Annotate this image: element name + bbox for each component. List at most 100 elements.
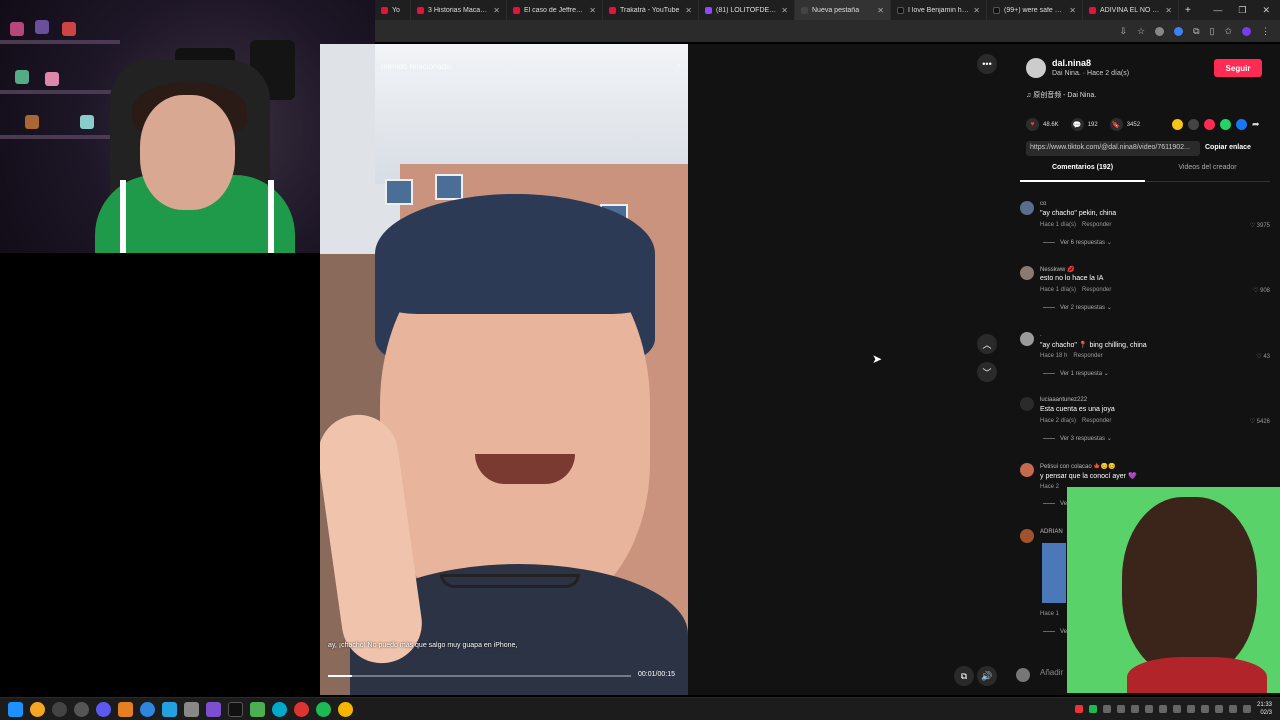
reply-button[interactable]: Responder (1082, 222, 1111, 228)
tiktok-icon[interactable] (228, 701, 243, 717)
browser-tab-active[interactable]: Nueva pestaña ✕ (795, 0, 891, 20)
sound-name[interactable]: ♫ 原创音频 - Dai Nina. (1026, 90, 1096, 100)
commenter-avatar[interactable] (1020, 332, 1034, 346)
commenter-name[interactable]: ADRIAN (1040, 529, 1063, 535)
volume-icon[interactable]: 🔊 (977, 666, 997, 686)
volume-tray-icon[interactable] (1242, 705, 1251, 713)
browser-tab[interactable]: (99+) were safe guys ✕ (987, 0, 1083, 20)
minimize-icon[interactable]: — (1213, 5, 1222, 16)
share-arrow-icon[interactable]: ➦ (1252, 119, 1260, 130)
wifi-icon[interactable] (1228, 705, 1237, 713)
close-tab-icon[interactable]: ✕ (877, 6, 884, 15)
favorites-icon[interactable]: ✩ (1224, 26, 1232, 37)
browser-tab[interactable]: El caso de Jeffrey Epst✕ (507, 0, 603, 20)
view-replies-button[interactable]: Ve (1043, 501, 1067, 507)
commenter-name[interactable]: luciaaantunez222 (1040, 397, 1087, 403)
more-options-icon[interactable]: ••• (977, 54, 997, 74)
tray-icon[interactable] (1130, 705, 1139, 713)
extensions-puzzle-icon[interactable]: ⧉ (1193, 26, 1199, 37)
close-tab-icon[interactable]: ✕ (685, 6, 692, 15)
app-icon[interactable] (74, 701, 89, 717)
app-icon[interactable] (250, 701, 265, 717)
facebook-icon[interactable] (1236, 119, 1247, 130)
previous-video-icon[interactable]: ︿ (977, 334, 997, 354)
commenter-avatar[interactable] (1020, 397, 1034, 411)
add-comment-input[interactable]: Añadir (1040, 668, 1063, 677)
chrome-icon[interactable] (338, 701, 353, 717)
sidebar-icon[interactable]: ▯ (1210, 26, 1215, 37)
close-tab-icon[interactable]: ✕ (973, 6, 980, 15)
app-icon[interactable] (118, 701, 133, 717)
close-window-icon[interactable]: ✕ (1262, 5, 1270, 16)
tray-icon[interactable] (1088, 705, 1097, 713)
related-content-search[interactable]: ntenido relacionado ⌕ (375, 56, 687, 76)
whatsapp-icon[interactable] (1220, 119, 1231, 130)
creator-username[interactable]: dal.nina8 (1052, 58, 1091, 68)
extension-icon[interactable] (1155, 26, 1165, 36)
close-tab-icon[interactable]: ✕ (589, 6, 596, 15)
video-link-field[interactable]: https://www.tiktok.com/@dal.nina8/video/… (1026, 141, 1200, 156)
comment-image-thumbnail[interactable] (1042, 543, 1066, 603)
send-icon[interactable] (1204, 119, 1215, 130)
telegram-icon[interactable] (162, 701, 177, 717)
creator-avatar[interactable] (1026, 58, 1046, 78)
commenter-avatar[interactable] (1020, 463, 1034, 477)
profile-avatar[interactable] (1242, 26, 1251, 36)
comment-likes[interactable]: ♡ 3975 (1250, 222, 1270, 229)
like-stat[interactable]: ♥ 48.6K (1026, 118, 1059, 131)
embed-icon[interactable] (1188, 119, 1199, 130)
maximize-icon[interactable]: ❐ (1238, 5, 1246, 16)
tray-icon[interactable] (1158, 705, 1167, 713)
bookmark-star-icon[interactable]: ☆ (1137, 26, 1145, 37)
browser-tab[interactable]: Yo (375, 0, 411, 20)
browser-tab[interactable]: (81) LOLITOFDEZ - Twi✕ (699, 0, 795, 20)
browser-tab[interactable]: ADIVINA EL NO FUMA✕ (1083, 0, 1179, 20)
commenter-name[interactable]: Nesskww 💋 (1040, 266, 1074, 273)
extension-icon[interactable] (1174, 26, 1184, 36)
comment-likes[interactable]: ♡ 908 (1253, 287, 1270, 294)
app-icon[interactable] (140, 701, 155, 717)
tab-comments[interactable]: Comentarios (192) (1020, 164, 1145, 182)
close-tab-icon[interactable]: ✕ (1069, 6, 1076, 15)
menu-dots-icon[interactable]: ⋮ (1261, 26, 1270, 37)
system-clock[interactable]: 21:33 02/3 (1257, 701, 1272, 717)
next-video-icon[interactable]: ﹀ (977, 362, 997, 382)
comment-stat[interactable]: 💬 192 (1070, 118, 1098, 131)
picture-in-picture-icon[interactable]: ⧉ (954, 666, 974, 686)
commenter-name[interactable]: . (1040, 332, 1042, 338)
commenter-avatar[interactable] (1020, 201, 1034, 215)
commenter-name[interactable]: Petisui con colacao 🍁😊😊 (1040, 463, 1116, 470)
follow-button[interactable]: Seguir (1214, 59, 1262, 77)
tray-icon[interactable] (1074, 705, 1083, 713)
view-replies-button[interactable]: Ve (1043, 629, 1067, 635)
view-replies-button[interactable]: Ver 6 respuestas ⌄ (1043, 239, 1112, 246)
tray-icon[interactable] (1214, 705, 1223, 713)
tray-icon[interactable] (1144, 705, 1153, 713)
copy-link-button[interactable]: Copiar enlace (1205, 144, 1251, 151)
close-tab-icon[interactable]: ✕ (493, 6, 500, 15)
comment-likes[interactable]: ♡ 43 (1256, 353, 1270, 360)
save-stat[interactable]: 🔖 3452 (1109, 118, 1140, 131)
video-player[interactable] (320, 44, 688, 695)
app-icon[interactable] (96, 701, 111, 717)
reply-button[interactable]: Responder (1082, 418, 1111, 424)
browser-tab[interactable]: I love Benjamin he is a✕ (891, 0, 987, 20)
tray-icon[interactable] (1172, 705, 1181, 713)
tray-icon[interactable] (1102, 705, 1111, 713)
commenter-avatar[interactable] (1020, 529, 1034, 543)
install-app-icon[interactable]: ⇩ (1119, 26, 1127, 37)
app-icon[interactable] (184, 701, 199, 717)
video-progress-bar[interactable] (328, 675, 631, 677)
comment-likes[interactable]: ♡ 5426 (1250, 418, 1270, 425)
search-icon[interactable]: ⌕ (677, 61, 681, 71)
view-replies-button[interactable]: Ver 3 respuestas ⌄ (1043, 435, 1112, 442)
browser-tab[interactable]: 3 Historias Macabras ✕ (411, 0, 507, 20)
tab-creator-videos[interactable]: Videos del creador (1145, 164, 1270, 182)
view-replies-button[interactable]: Ver 1 respuesta ⌄ (1043, 370, 1109, 377)
app-icon[interactable] (294, 701, 309, 717)
close-tab-icon[interactable]: ✕ (1165, 6, 1172, 15)
repost-icon[interactable] (1172, 119, 1183, 130)
app-icon[interactable] (52, 701, 67, 717)
search-icon[interactable] (30, 701, 45, 717)
browser-tab[interactable]: Trakatrá - YouTube ✕ (603, 0, 699, 20)
